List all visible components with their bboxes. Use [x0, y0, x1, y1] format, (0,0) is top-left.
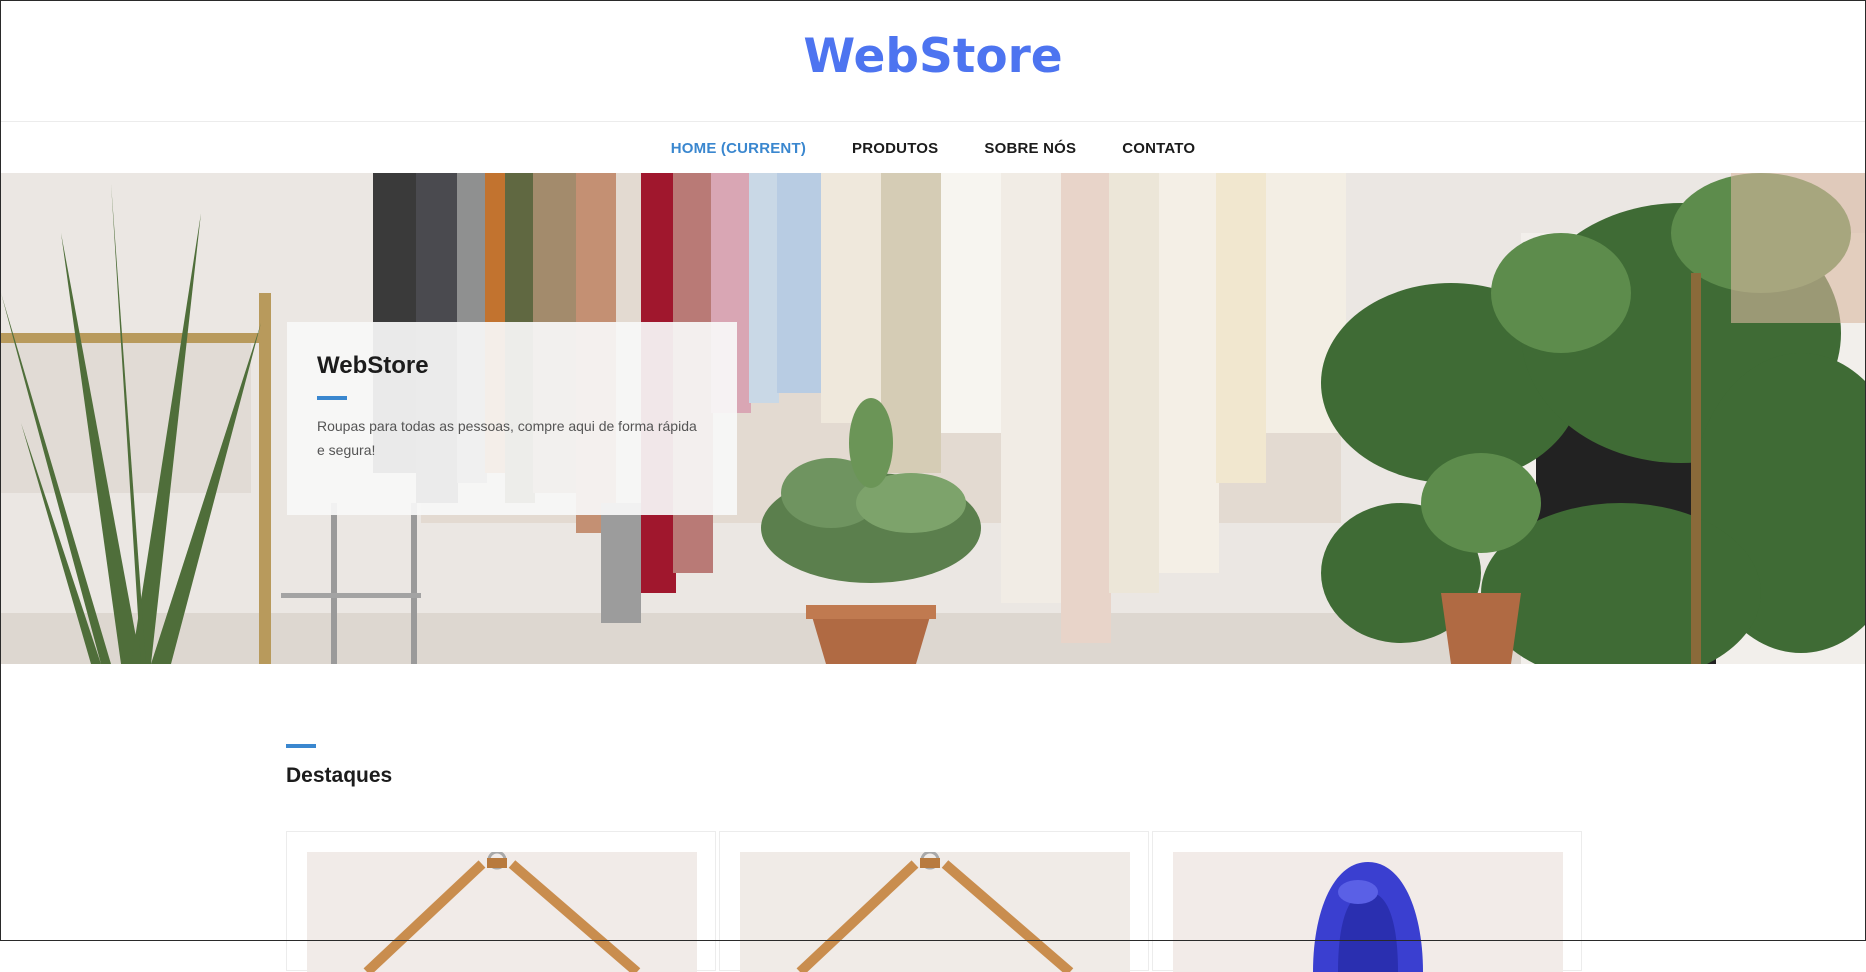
featured-accent-bar [286, 744, 316, 748]
product-card[interactable] [719, 831, 1149, 972]
nav-home[interactable]: HOME (CURRENT) [648, 140, 829, 157]
hero-banner: WebStore Roupas para todas as pessoas, c… [1, 173, 1865, 664]
nav-contato[interactable]: CONTATO [1099, 140, 1218, 157]
featured-cards [286, 831, 1582, 972]
nav-produtos[interactable]: PRODUTOS [829, 140, 961, 157]
product-card[interactable] [1152, 831, 1582, 972]
site-logo[interactable]: WebStore [1, 29, 1865, 84]
hero-background-image [1, 173, 1865, 664]
featured-title: Destaques [286, 764, 393, 787]
main-nav: HOME (CURRENT) PRODUTOS SOBRE NÓS CONTAT… [1, 121, 1865, 174]
site-header: WebStore [1, 1, 1865, 121]
hero-card: WebStore Roupas para todas as pessoas, c… [287, 322, 737, 515]
product-image[interactable] [740, 852, 1130, 972]
product-card[interactable] [286, 831, 716, 972]
nav-sobre-nos[interactable]: SOBRE NÓS [961, 140, 1099, 157]
product-image[interactable] [1173, 852, 1563, 972]
product-image[interactable] [307, 852, 697, 972]
hero-description: Roupas para todas as pessoas, compre aqu… [317, 418, 697, 458]
hero-accent-bar [317, 396, 347, 400]
hero-title: WebStore [317, 352, 429, 379]
